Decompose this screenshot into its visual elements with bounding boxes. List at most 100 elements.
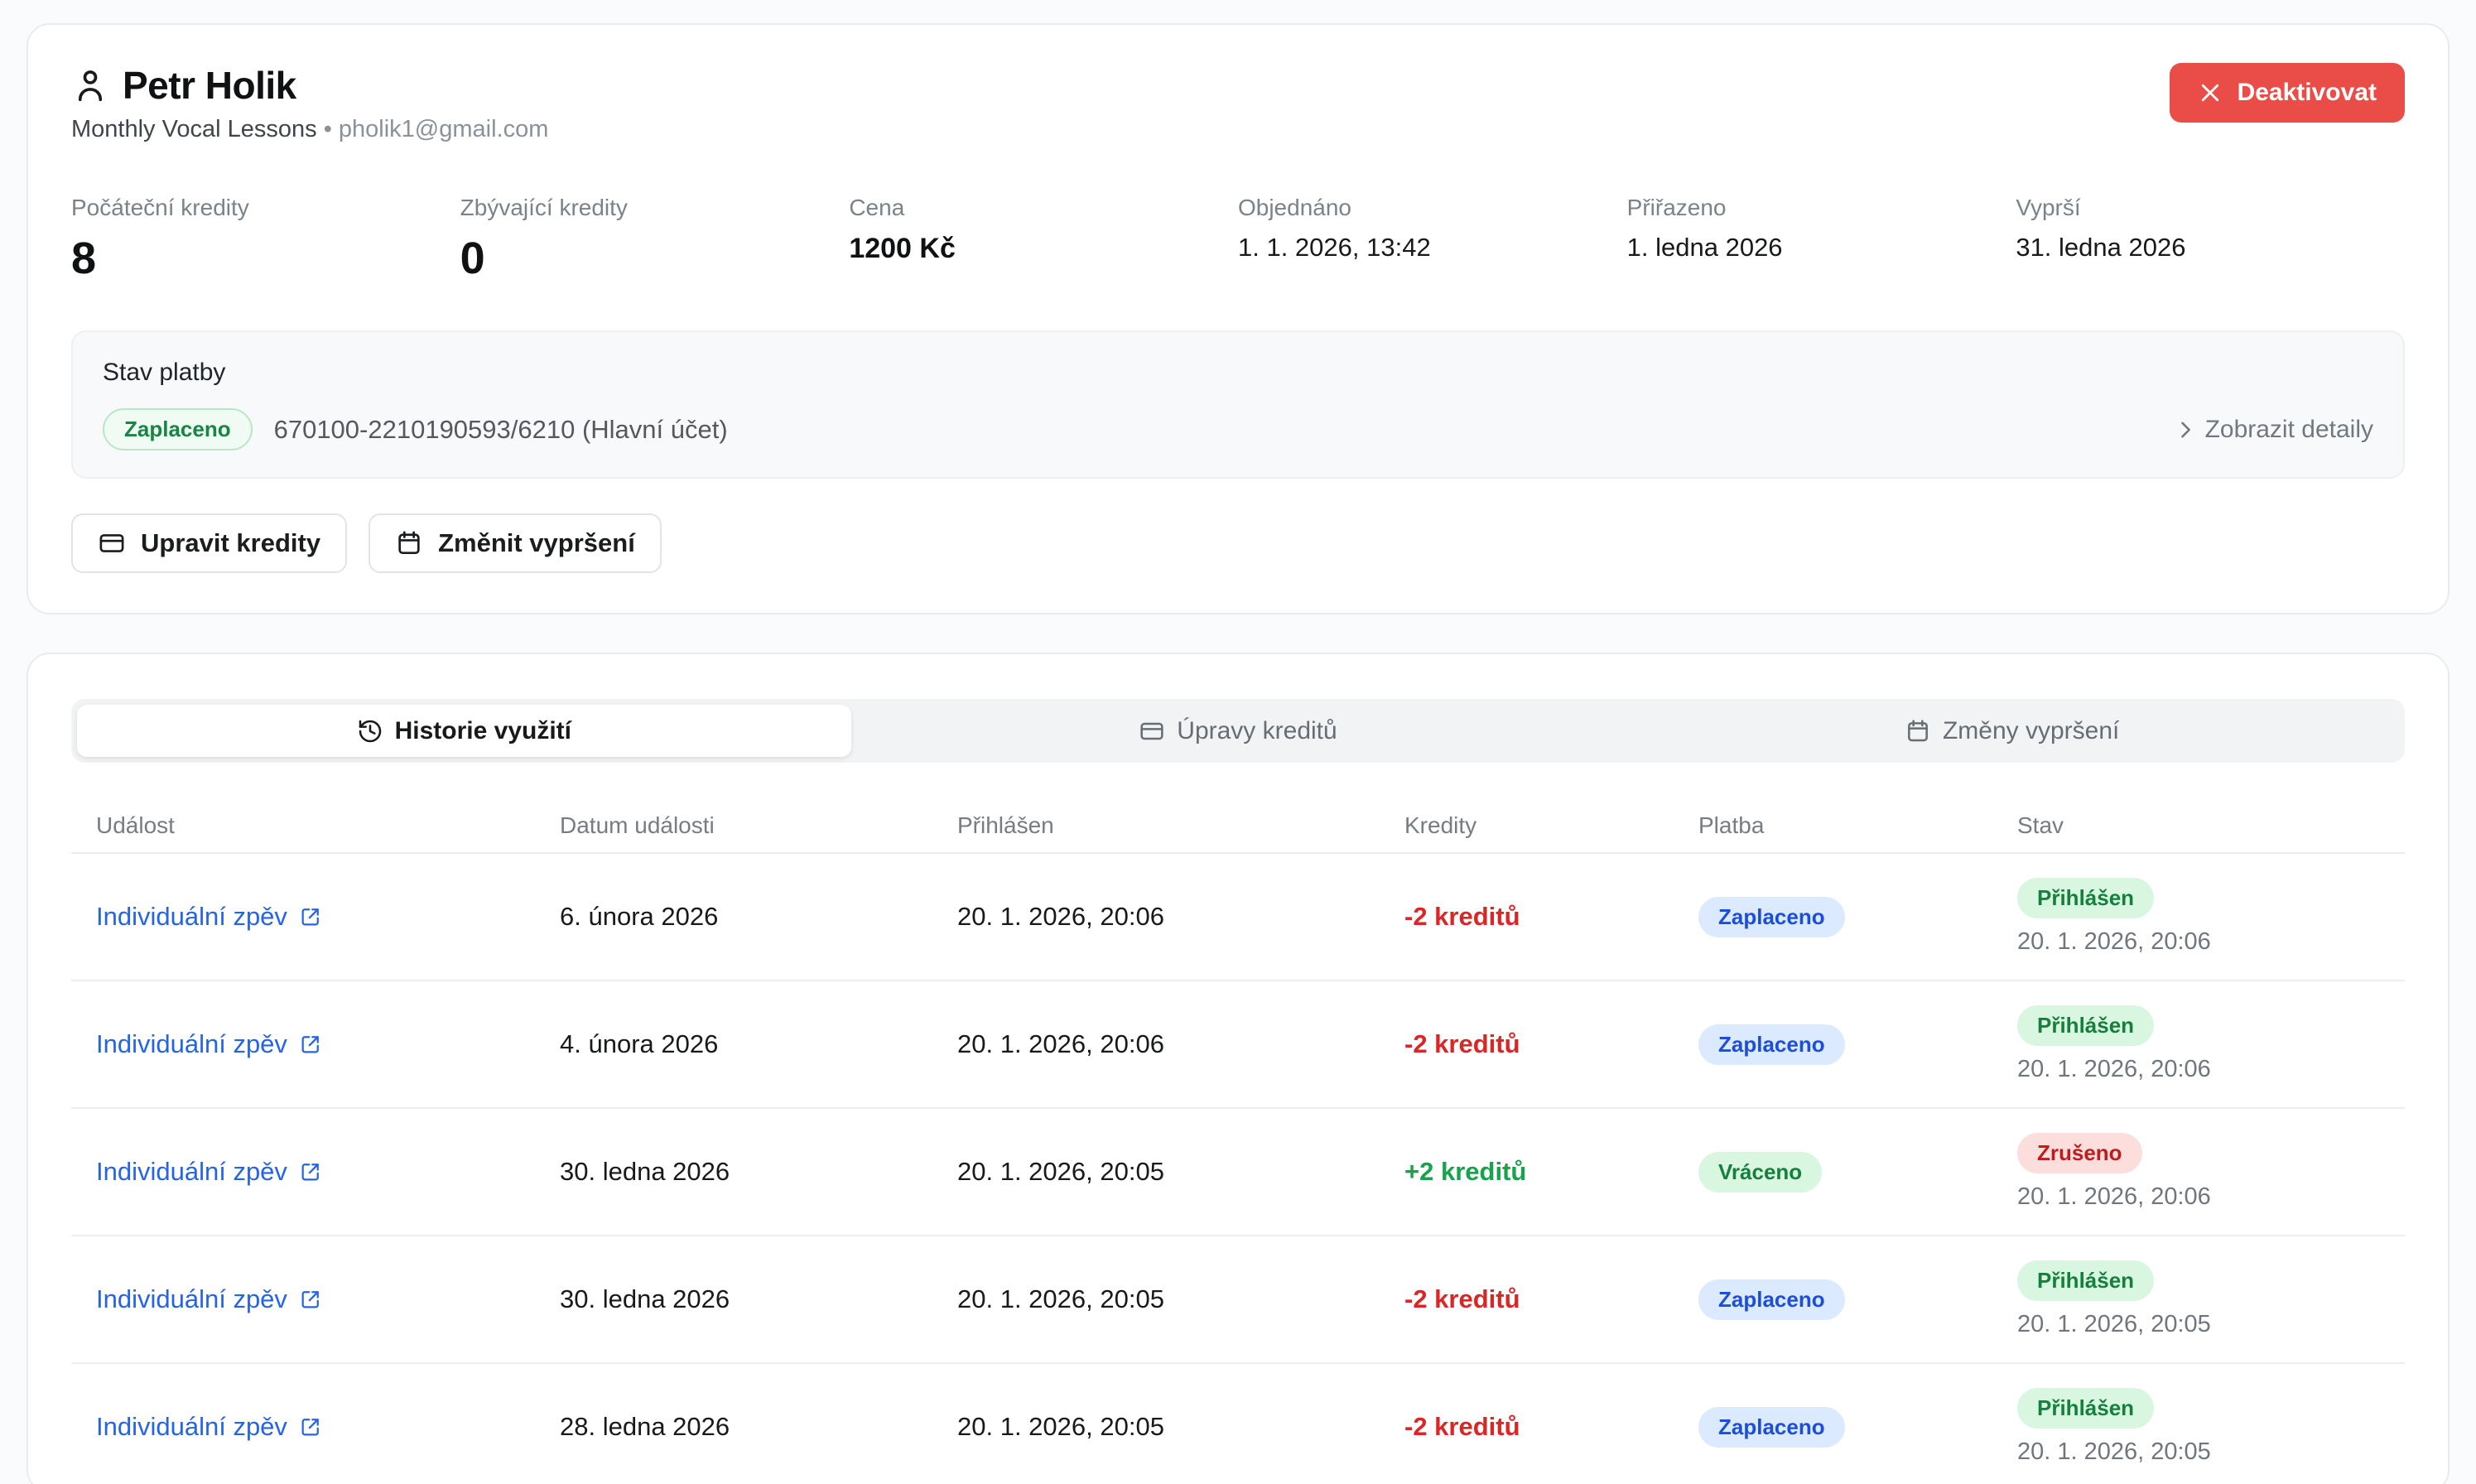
stat-label: Vyprší bbox=[2016, 195, 2405, 221]
event-date-cell: 6. února 2026 bbox=[560, 902, 957, 932]
enrolled-date-cell: 20. 1. 2026, 20:06 bbox=[957, 1029, 1404, 1059]
table-row: Individuální zpěv 6. února 2026 20. 1. 2… bbox=[71, 854, 2405, 981]
change-expiry-button[interactable]: Změnit vypršení bbox=[369, 513, 662, 573]
tab-label: Změny vypršení bbox=[1943, 717, 2119, 745]
column-header-status: Stav bbox=[2017, 812, 2405, 839]
credits-cell: -2 kreditů bbox=[1404, 1412, 1698, 1442]
payment-cell: Zaplaceno bbox=[1698, 1024, 2017, 1065]
chevron-right-icon bbox=[2174, 418, 2197, 441]
event-date-cell: 4. února 2026 bbox=[560, 1029, 957, 1059]
stat-value: 1200 Kč bbox=[849, 233, 1238, 265]
status-badge: Přihlášen bbox=[2017, 1260, 2154, 1301]
tab-credit-adjustments[interactable]: Úpravy kreditů bbox=[851, 705, 1626, 757]
status-date: 20. 1. 2026, 20:05 bbox=[2017, 1438, 2211, 1466]
identity-name-row: Petr Holik bbox=[71, 63, 548, 108]
column-header-payment: Platba bbox=[1698, 812, 2017, 839]
subtitle-separator: • bbox=[324, 116, 332, 142]
payment-paid-badge: Zaplaceno bbox=[103, 408, 253, 450]
customer-email: pholik1@gmail.com bbox=[339, 116, 548, 142]
status-cell: Přihlášen 20. 1. 2026, 20:05 bbox=[2017, 1260, 2405, 1338]
enrolled-date-cell: 20. 1. 2026, 20:05 bbox=[957, 1412, 1404, 1442]
tab-label: Úpravy kreditů bbox=[1177, 717, 1337, 745]
event-cell: Individuální zpěv bbox=[71, 1284, 560, 1314]
deactivate-label: Deaktivovat bbox=[2238, 79, 2377, 107]
status-date: 20. 1. 2026, 20:06 bbox=[2017, 928, 2211, 956]
status-cell: Přihlášen 20. 1. 2026, 20:06 bbox=[2017, 878, 2405, 956]
edit-credits-button[interactable]: Upravit kredity bbox=[71, 513, 347, 573]
customer-subtitle: Monthly Vocal Lessons • pholik1@gmail.co… bbox=[71, 116, 548, 143]
status-date: 20. 1. 2026, 20:06 bbox=[2017, 1183, 2211, 1211]
credits-cell: -2 kreditů bbox=[1404, 1284, 1698, 1314]
stat-initial-credits: Počáteční kredity 8 bbox=[71, 195, 460, 284]
event-cell: Individuální zpěv bbox=[71, 1412, 560, 1442]
event-link-label: Individuální zpěv bbox=[96, 1157, 287, 1187]
stat-label: Přiřazeno bbox=[1627, 195, 2016, 221]
payment-cell: Zaplaceno bbox=[1698, 897, 2017, 937]
table-row: Individuální zpěv 30. ledna 2026 20. 1. … bbox=[71, 1109, 2405, 1236]
stat-value: 1. 1. 2026, 13:42 bbox=[1238, 233, 1627, 263]
stats-row: Počáteční kredity 8 Zbývající kredity 0 … bbox=[71, 195, 2405, 284]
enrolled-date-cell: 20. 1. 2026, 20:05 bbox=[957, 1284, 1404, 1314]
stat-value: 31. ledna 2026 bbox=[2016, 233, 2405, 263]
usage-history-table: Událost Datum události Přihlášen Kredity… bbox=[71, 799, 2405, 1484]
table-body: Individuální zpěv 6. února 2026 20. 1. 2… bbox=[71, 854, 2405, 1484]
event-link[interactable]: Individuální zpěv bbox=[96, 902, 322, 932]
credit-card-icon bbox=[1139, 718, 1165, 744]
event-link[interactable]: Individuální zpěv bbox=[96, 1029, 322, 1059]
stat-value: 8 bbox=[71, 233, 460, 284]
event-link[interactable]: Individuální zpěv bbox=[96, 1284, 322, 1314]
payment-badge: Zaplaceno bbox=[1698, 1407, 1845, 1448]
customer-identity: Petr Holik Monthly Vocal Lessons • pholi… bbox=[71, 63, 548, 143]
stat-value: 0 bbox=[460, 233, 850, 284]
table-row: Individuální zpěv 28. ledna 2026 20. 1. … bbox=[71, 1364, 2405, 1484]
event-cell: Individuální zpěv bbox=[71, 1157, 560, 1187]
bank-account-number: 670100-2210190593/6210 (Hlavní účet) bbox=[274, 415, 728, 445]
event-date-cell: 30. ledna 2026 bbox=[560, 1157, 957, 1187]
external-link-icon bbox=[299, 1033, 322, 1056]
stat-label: Zbývající kredity bbox=[460, 195, 850, 221]
stat-value: 1. ledna 2026 bbox=[1627, 233, 2016, 263]
credits-value: -2 kreditů bbox=[1404, 1284, 1520, 1313]
deactivate-button[interactable]: Deaktivovat bbox=[2170, 63, 2405, 123]
credits-cell: -2 kreditů bbox=[1404, 902, 1698, 932]
stat-label: Cena bbox=[849, 195, 1238, 221]
payment-badge: Zaplaceno bbox=[1698, 1279, 1845, 1320]
status-cell: Přihlášen 20. 1. 2026, 20:05 bbox=[2017, 1388, 2405, 1466]
status-badge: Zrušeno bbox=[2017, 1133, 2142, 1173]
status-badge: Přihlášen bbox=[2017, 1388, 2154, 1429]
status-date: 20. 1. 2026, 20:06 bbox=[2017, 1056, 2211, 1083]
table-header: Událost Datum události Přihlášen Kredity… bbox=[71, 799, 2405, 854]
payment-status-box: Stav platby Zaplaceno 670100-2210190593/… bbox=[71, 330, 2405, 479]
table-row: Individuální zpěv 4. února 2026 20. 1. 2… bbox=[71, 981, 2405, 1109]
credits-value: -2 kreditů bbox=[1404, 1029, 1520, 1058]
enrolled-date-cell: 20. 1. 2026, 20:06 bbox=[957, 902, 1404, 932]
payment-cell: Zaplaceno bbox=[1698, 1407, 2017, 1448]
payment-badge: Zaplaceno bbox=[1698, 1024, 1845, 1065]
edit-credits-label: Upravit kredity bbox=[141, 528, 320, 558]
event-link[interactable]: Individuální zpěv bbox=[96, 1412, 322, 1442]
payment-cell: Zaplaceno bbox=[1698, 1279, 2017, 1320]
event-date-cell: 28. ledna 2026 bbox=[560, 1412, 957, 1442]
external-link-icon bbox=[299, 905, 322, 928]
tab-expiry-changes[interactable]: Změny vypršení bbox=[1625, 705, 2399, 757]
close-icon bbox=[2198, 80, 2223, 105]
tab-usage-history[interactable]: Historie využití bbox=[77, 705, 851, 757]
external-link-icon bbox=[299, 1415, 322, 1438]
action-buttons: Upravit kredity Změnit vypršení bbox=[71, 513, 2405, 573]
status-cell: Zrušeno 20. 1. 2026, 20:06 bbox=[2017, 1133, 2405, 1211]
column-header-event: Událost bbox=[71, 812, 560, 839]
event-link[interactable]: Individuální zpěv bbox=[96, 1157, 322, 1187]
payment-status-left: Zaplaceno 670100-2210190593/6210 (Hlavní… bbox=[103, 408, 728, 450]
page: Petr Holik Monthly Vocal Lessons • pholi… bbox=[0, 0, 2476, 1484]
credits-cell: +2 kreditů bbox=[1404, 1157, 1698, 1187]
product-name: Monthly Vocal Lessons bbox=[71, 116, 317, 142]
change-expiry-label: Změnit vypršení bbox=[438, 528, 635, 558]
payment-status-title: Stav platby bbox=[103, 359, 2373, 387]
show-details-link[interactable]: Zobrazit detaily bbox=[2174, 416, 2373, 444]
stat-assigned: Přiřazeno 1. ledna 2026 bbox=[1627, 195, 2016, 284]
stat-expires: Vyprší 31. ledna 2026 bbox=[2016, 195, 2405, 284]
calendar-icon bbox=[395, 529, 423, 557]
tab-bar: Historie využití Úpravy kreditů Změny vy… bbox=[71, 699, 2405, 763]
payment-badge: Zaplaceno bbox=[1698, 897, 1845, 937]
header-top: Petr Holik Monthly Vocal Lessons • pholi… bbox=[71, 63, 2405, 143]
